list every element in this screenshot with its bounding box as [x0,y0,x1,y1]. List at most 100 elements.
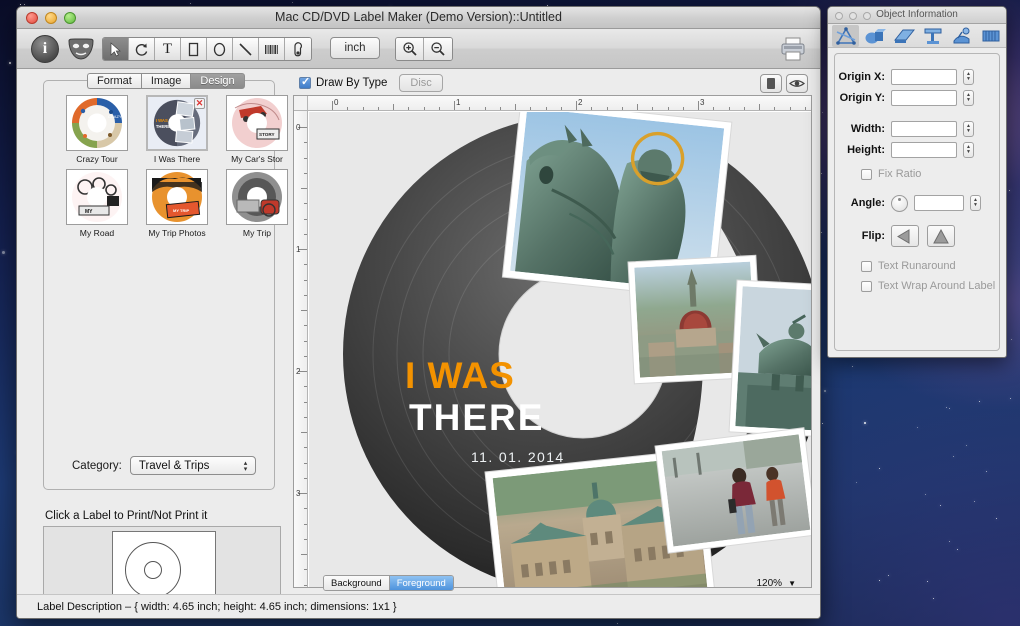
fix-ratio-checkbox[interactable] [861,169,872,180]
height-stepper[interactable]: ▲▼ [963,142,974,158]
template-item[interactable]: My Trip [226,169,288,238]
width-stepper[interactable]: ▲▼ [963,121,974,137]
angle-label: Angle: [835,197,891,209]
fix-ratio-row[interactable]: Fix Ratio [835,164,999,184]
tab-image[interactable]: Image [141,73,191,89]
angle-row: Angle: ▲▼ [835,190,999,216]
origin-x-field[interactable] [891,69,957,85]
text-wrap-row[interactable]: Text Wrap Around Label [835,276,999,296]
template-thumb-my-trip[interactable] [226,169,288,225]
template-label: Crazy Tour [66,154,128,164]
object-panel-body: Origin X: ▲▼ Origin Y: ▲▼ Width: ▲▼ Heig… [834,53,1000,351]
line-tool[interactable] [233,38,259,60]
origin-x-label: Origin X: [835,71,891,83]
template-groupbox: CRAZY Crazy Tour [43,80,275,490]
text-runaround-row[interactable]: Text Runaround [835,256,999,276]
template-item[interactable]: CRAZY Crazy Tour [66,95,128,164]
flip-vertical-icon[interactable] [927,225,955,247]
template-thumb-my-road[interactable]: MY [66,169,128,225]
paint-bucket-tool[interactable] [285,38,311,60]
label-description: Label Description – { width: 4.65 inch; … [37,601,397,613]
origin-y-stepper[interactable]: ▲▼ [963,90,974,106]
tab-design[interactable]: Design [190,73,244,89]
tab-background[interactable]: Background [324,576,390,590]
horizontal-ruler[interactable]: 01234 [308,96,811,111]
tab-foreground[interactable]: Foreground [390,576,453,590]
svg-text:MY: MY [85,209,93,215]
mask-icon[interactable] [67,38,95,60]
angle-dial[interactable] [891,195,908,212]
fill-icon[interactable] [890,25,917,47]
page-icon[interactable] [760,74,782,93]
object-information-panel: Object Information [827,6,1007,358]
main-window: Mac CD/DVD Label Maker (Demo Version)::U… [16,6,821,619]
info-icon[interactable]: i [31,35,59,63]
template-thumb-crazy-tour[interactable]: CRAZY [66,95,128,151]
flip-row: Flip: [835,222,999,250]
template-grid: CRAZY Crazy Tour [54,91,264,421]
window-titlebar[interactable]: Mac CD/DVD Label Maker (Demo Version)::U… [17,7,820,29]
template-label: My Car's Stor [226,154,288,164]
template-item[interactable]: STORY My Car's Stor [226,95,288,164]
draw-by-type-checkbox[interactable] [299,77,311,89]
text-runaround-checkbox[interactable] [861,261,872,272]
eye-icon[interactable] [786,74,808,93]
angle-field[interactable] [914,195,964,211]
text-wrap-checkbox[interactable] [861,281,872,292]
width-label: Width: [835,123,891,135]
ellipse-tool[interactable] [207,38,233,60]
ruler-corner [294,96,308,111]
cd-label-artwork[interactable]: I WAS THERE 11. 01. 2014 [323,112,811,587]
rotate-tool[interactable] [129,38,155,60]
align-icon[interactable] [919,25,946,47]
window-title: Mac CD/DVD Label Maker (Demo Version)::U… [17,10,820,24]
select-arrow-tool[interactable] [103,38,129,60]
geometry-icon[interactable] [832,25,859,47]
layer-tabs: Background Foreground [323,575,454,591]
barcode-tool[interactable] [259,38,285,60]
draw-by-type-label: Draw By Type [316,77,387,89]
origin-x-stepper[interactable]: ▲▼ [963,69,974,85]
template-thumb-my-trip-photos[interactable]: MY TRIP [146,169,208,225]
chevron-down-icon: ▼ [788,579,796,588]
zoom-level-value: 120% [757,578,783,589]
zoom-level-select[interactable]: 120% ▼ [757,576,797,591]
canvas-panel: Draw By Type Disc 01234 01234 [291,70,814,588]
template-item[interactable]: MY TRIP My Trip Photos [146,169,208,238]
object-panel-titlebar[interactable]: Object Information [828,7,1006,24]
svg-text:STORY: STORY [259,132,275,137]
template-thumb-my-cars-story[interactable]: STORY [226,95,288,151]
template-close-icon[interactable]: ✕ [194,98,205,109]
category-label: Category: [72,460,122,472]
artboard[interactable]: I WAS THERE 11. 01. 2014 [309,112,811,587]
unit-button[interactable]: inch [330,37,380,59]
template-item[interactable]: I WAS THERE ✕ I Was There [146,95,208,164]
canvas-frame: 01234 01234 [293,95,812,588]
effects-icon[interactable] [948,25,975,47]
height-field[interactable] [891,142,957,158]
category-select[interactable]: Travel & Trips ▴▾ [130,456,256,475]
angle-stepper[interactable]: ▲▼ [970,195,981,211]
text-wrap-label: Text Wrap Around Label [878,280,995,292]
vertical-ruler[interactable]: 01234 [294,111,308,587]
canvas-bottom-bar: Background Foreground 120% ▼ [291,574,814,592]
zoom-out-icon[interactable] [424,38,452,60]
flip-horizontal-icon[interactable] [891,225,919,247]
text-runaround-label: Text Runaround [878,260,956,272]
canvas-toolbar: Draw By Type Disc [291,72,814,94]
object-panel-icon-bar [828,24,1006,48]
tab-format[interactable]: Format [87,73,141,89]
disc-hole-1 [144,561,162,579]
rectangle-tool[interactable] [181,38,207,60]
text-tool[interactable]: T [155,38,181,60]
template-thumb-i-was-there[interactable]: I WAS THERE ✕ [146,95,208,151]
origin-y-field[interactable] [891,90,957,106]
disc-button[interactable]: Disc [399,74,442,92]
chevron-updown-icon: ▴▾ [240,459,251,474]
width-field[interactable] [891,121,957,137]
shadow-icon[interactable] [977,25,1004,47]
printer-icon[interactable] [778,36,808,62]
template-item[interactable]: MY My Road [66,169,128,238]
zoom-in-icon[interactable] [396,38,424,60]
shape-icon[interactable] [861,25,888,47]
